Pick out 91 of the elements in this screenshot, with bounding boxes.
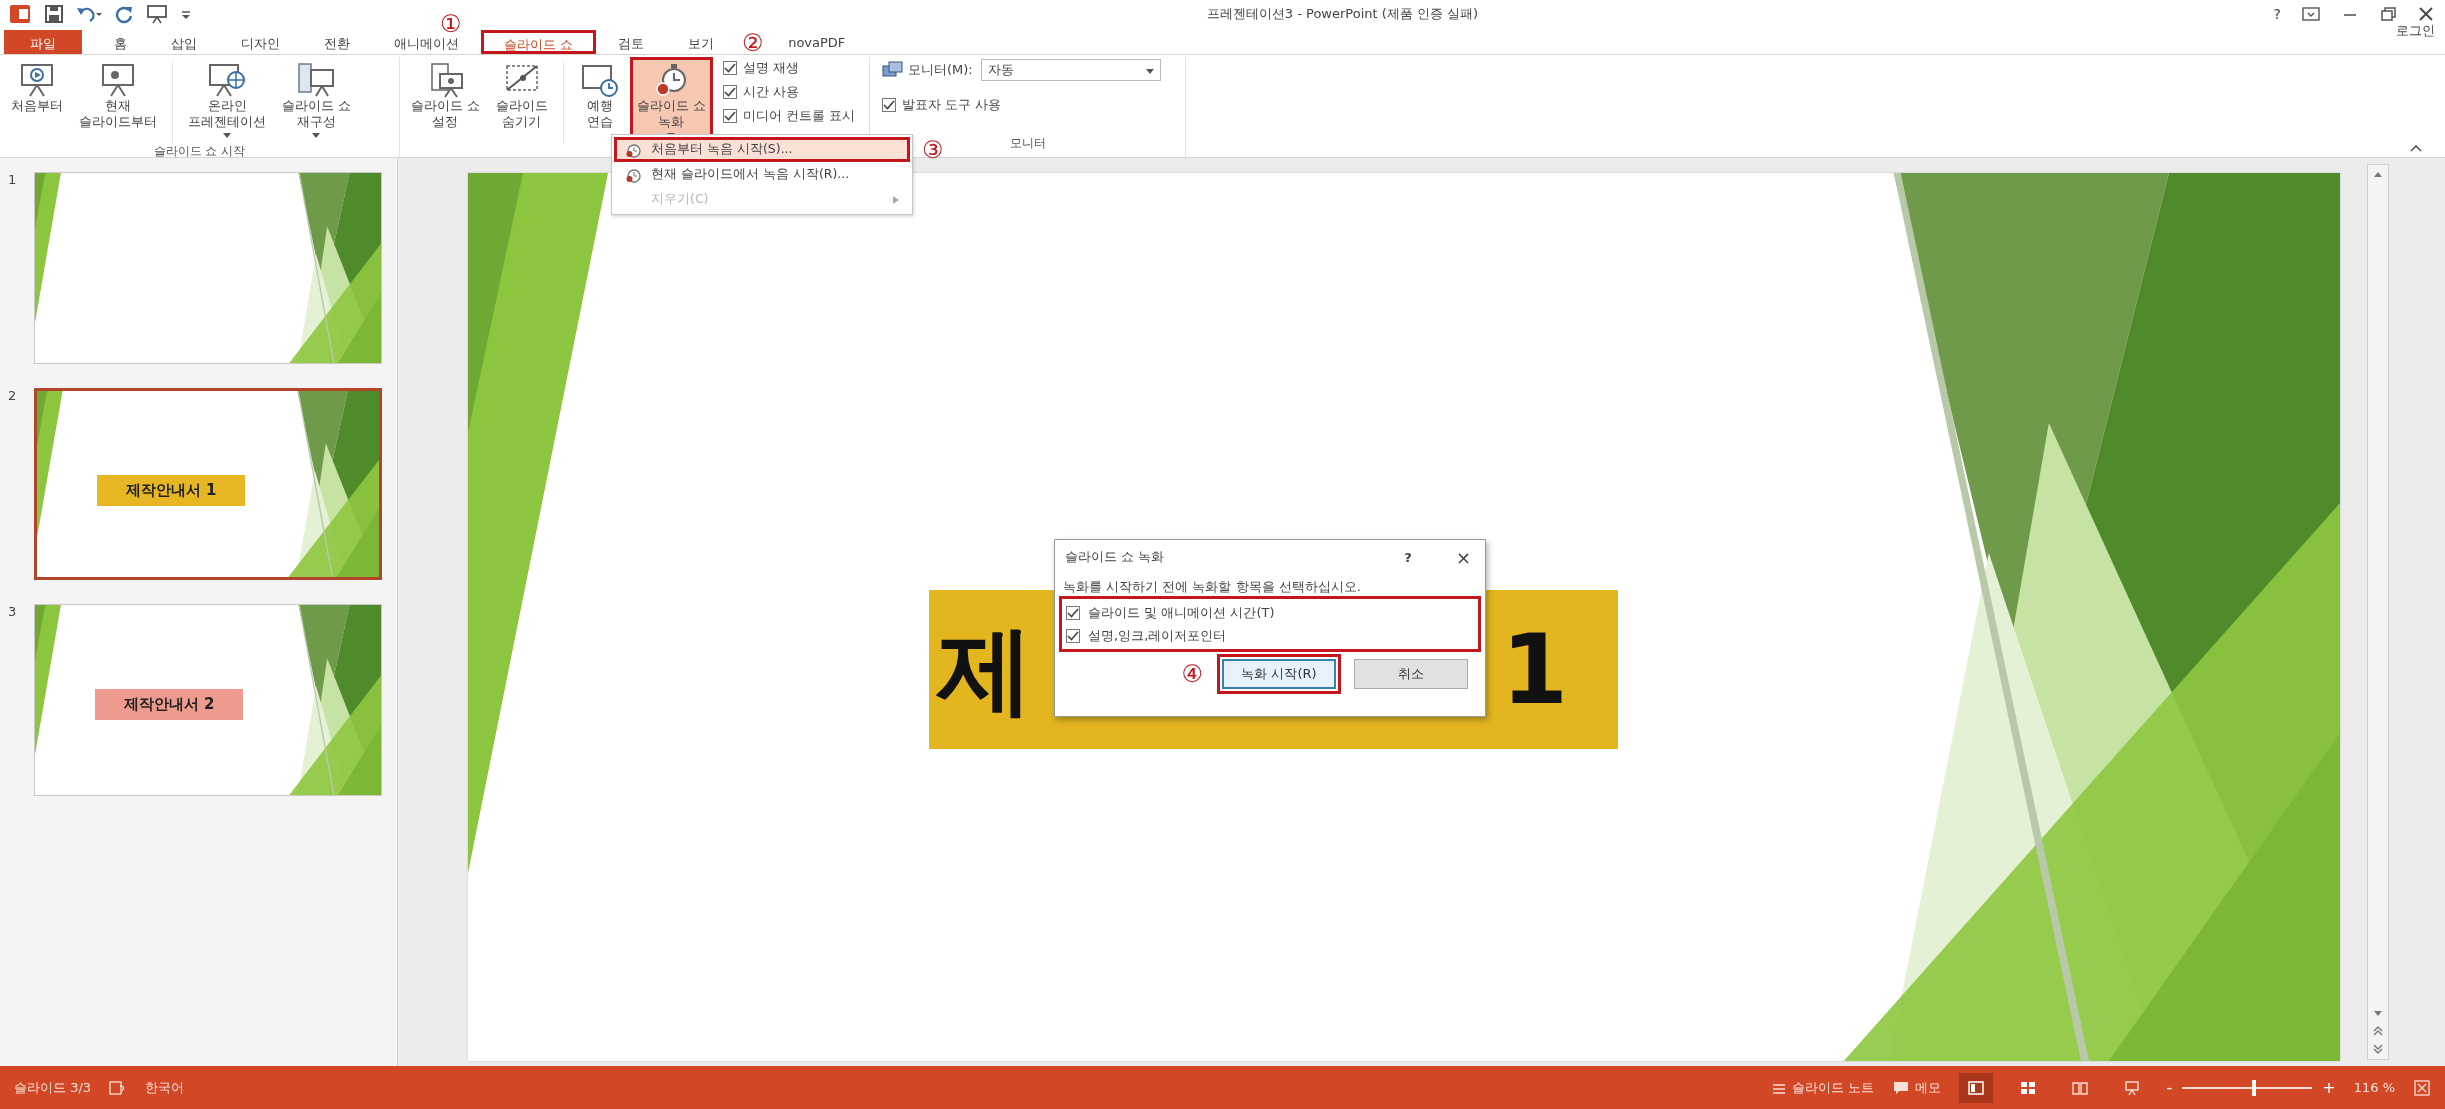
comment-icon: [1892, 1080, 1909, 1095]
monitor-dropdown[interactable]: 자동: [980, 59, 1161, 81]
dialog-message: 녹화를 시작하기 전에 녹화할 항목을 선택하십시오.: [1062, 578, 1362, 596]
ribbon-tab[interactable]: 전환: [302, 30, 372, 54]
step-marker: ①: [440, 12, 462, 36]
slide-number: 2: [8, 388, 18, 403]
language-label[interactable]: 한국어: [145, 1078, 185, 1097]
slide-title: 제작안내서 1: [97, 475, 245, 506]
ribbon-tab[interactable]: 디자인: [219, 30, 302, 54]
start-recording-button[interactable]: 녹화 시작(R): [1222, 659, 1336, 689]
step-marker: ③: [922, 138, 944, 162]
ribbon-tab[interactable]: novaPDF: [766, 30, 868, 54]
zoom-level[interactable]: 116 %: [2353, 1080, 2395, 1095]
checkbox-box[interactable]: [1066, 628, 1080, 643]
step-marker: ②: [742, 31, 764, 55]
redo-icon[interactable]: [114, 4, 134, 24]
ribbon-button[interactable]: 온라인 프레젠테이션: [181, 57, 273, 143]
zoom-slider[interactable]: [2182, 1079, 2313, 1096]
file-tab[interactable]: 파일: [4, 30, 82, 54]
ribbon-button[interactable]: 슬라이드 숨기기: [489, 57, 555, 136]
fit-to-window-icon[interactable]: [2413, 1078, 2431, 1097]
slide-title: 제작안내서 2: [95, 689, 243, 720]
ribbon-tab[interactable]: 삽입: [149, 30, 219, 54]
presentation-screen-icon[interactable]: [146, 4, 168, 24]
ribbon-display-icon[interactable]: [2301, 5, 2321, 23]
checkbox-label[interactable]: 슬라이드 및 애니메이션 시간(T): [1088, 603, 1275, 622]
window-title: 프레젠테이션3 - PowerPoint (제품 인증 실패): [1206, 5, 1479, 23]
ribbon-button[interactable]: 예행 연습: [572, 57, 628, 136]
help-button[interactable]: ?: [1404, 549, 1412, 565]
globe-screen-icon: [206, 62, 248, 98]
group-label: 모니터: [1009, 135, 1046, 152]
slide-title: 제: [937, 621, 1033, 718]
reading-view-icon[interactable]: [2070, 1079, 2089, 1096]
checkbox-box[interactable]: [722, 108, 737, 123]
slide-number: 3: [8, 604, 18, 619]
monitor-icon: [882, 61, 904, 79]
sign-in-link[interactable]: 로그인: [2396, 22, 2435, 40]
checkbox-box[interactable]: [882, 97, 896, 112]
checkbox-label[interactable]: 미디어 컨트롤 표시: [742, 106, 856, 125]
dropdown-caret-icon: [1145, 68, 1154, 74]
next-slide-icon[interactable]: [2372, 1043, 2384, 1055]
ribbon-button[interactable]: 현재 슬라이드부터: [72, 57, 164, 136]
normal-view-icon[interactable]: [1966, 1079, 1985, 1096]
step-marker: ④: [1181, 662, 1203, 686]
monitor-label: 모니터(M):: [908, 61, 973, 79]
slide-title: 1: [1501, 621, 1568, 718]
ribbon-button[interactable]: 슬라이드 쇼 설정: [404, 57, 487, 136]
ribbon-tab[interactable]: 검토: [596, 30, 667, 54]
slide-sorter-icon[interactable]: [2018, 1079, 2037, 1096]
checkbox-label[interactable]: 시간 사용: [742, 82, 800, 101]
menu-item[interactable]: 처음부터 녹음 시작(S)...: [614, 137, 910, 162]
group-label: 슬라이드 쇼 시작: [153, 142, 246, 160]
ribbon-tab[interactable]: 보기: [666, 30, 737, 54]
slide-number: 1: [8, 172, 18, 187]
save-icon[interactable]: [44, 4, 64, 24]
view-button[interactable]: [1958, 1072, 1993, 1103]
menu-item[interactable]: 현재 슬라이드에서 녹음 시작(R)...: [614, 162, 910, 187]
stopwatch-icon: [625, 141, 641, 158]
comments-button[interactable]: 메모: [1892, 1078, 1941, 1097]
ribbon-button[interactable]: 처음부터: [4, 57, 70, 120]
restore-icon[interactable]: [2379, 5, 2397, 23]
notes-icon: [1772, 1081, 1787, 1094]
close-button[interactable]: ×: [1455, 546, 1471, 568]
checkbox-box[interactable]: [722, 84, 737, 99]
notes-button[interactable]: 슬라이드 노트: [1772, 1078, 1875, 1097]
scrollbar[interactable]: [2367, 164, 2389, 1060]
dialog-title: 슬라이드 쇼 녹화: [1065, 548, 1166, 566]
zoom-out-button[interactable]: -: [2166, 1078, 2173, 1097]
ribbon-tab[interactable]: 홈: [92, 30, 149, 54]
cancel-button[interactable]: 취소: [1354, 659, 1468, 689]
checkbox-box[interactable]: [722, 60, 737, 75]
zoom-in-button[interactable]: +: [2322, 1078, 2336, 1097]
timer-screen-icon: [579, 62, 621, 98]
ribbon-button[interactable]: 슬라이드 쇼 재구성: [275, 57, 358, 143]
app-logo-icon[interactable]: [10, 4, 32, 24]
slide-thumbnail[interactable]: 제작안내서 2: [34, 604, 382, 796]
slide-thumbnail[interactable]: [34, 172, 382, 364]
checkbox-label[interactable]: 발표자 도구 사용: [902, 95, 1002, 114]
checkbox-label[interactable]: 설명 재생: [742, 58, 800, 77]
previous-slide-icon[interactable]: [2372, 1025, 2384, 1037]
slide-thumbnail[interactable]: 제작안내서 1: [34, 388, 382, 580]
checkbox-label[interactable]: 설명,잉크,레이저포인터: [1088, 626, 1227, 645]
stopwatch-icon: [625, 166, 641, 183]
close-icon[interactable]: [2417, 5, 2435, 23]
slider-thumb[interactable]: [2251, 1079, 2256, 1096]
collapse-ribbon-icon[interactable]: [2409, 143, 2423, 153]
slide-counter: 슬라이드 3/3: [14, 1078, 92, 1097]
slide-show-icon[interactable]: [2122, 1079, 2141, 1096]
checkbox-box[interactable]: [1066, 605, 1080, 620]
ribbon-tab[interactable]: 슬라이드 쇼: [481, 30, 597, 54]
help-button[interactable]: ?: [2273, 6, 2281, 22]
